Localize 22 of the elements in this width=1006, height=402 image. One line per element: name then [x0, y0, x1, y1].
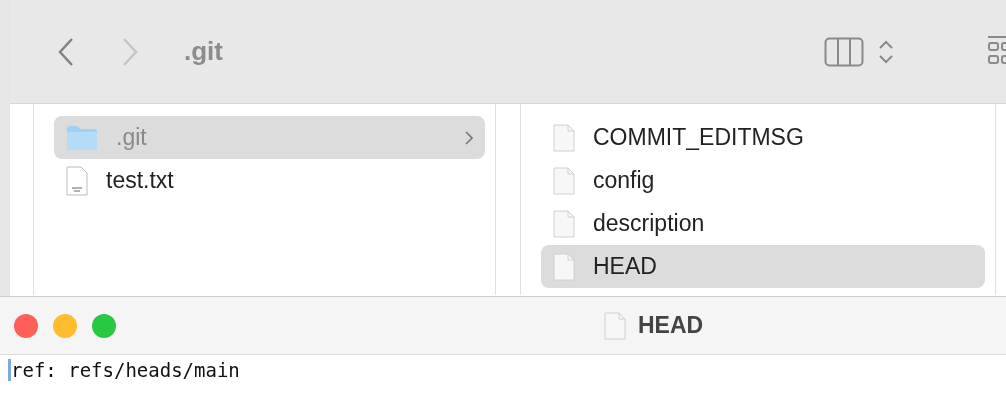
file-row[interactable]: HEAD [541, 245, 985, 288]
file-row[interactable]: COMMIT_EDITMSG [541, 116, 985, 159]
back-icon[interactable] [56, 36, 76, 67]
forward-icon[interactable] [120, 36, 140, 67]
chevron-icon [465, 130, 473, 145]
column-view-icon[interactable] [824, 36, 864, 67]
minimize-button[interactable] [53, 313, 77, 338]
zoom-button[interactable] [92, 313, 116, 338]
document-icon [553, 123, 575, 152]
file-row[interactable]: test.txt [54, 159, 485, 202]
document-icon [553, 252, 575, 281]
file-content[interactable]: ref: refs/heads/main [11, 359, 240, 381]
document-icon [553, 166, 575, 195]
window-title: HEAD [638, 312, 704, 339]
window-title: .git [184, 36, 223, 67]
document-icon [553, 209, 575, 238]
file-row[interactable]: description [541, 202, 985, 245]
file-row[interactable]: config [541, 159, 985, 202]
text-file-icon [66, 165, 88, 196]
document-icon [604, 311, 626, 340]
close-button[interactable] [14, 313, 38, 338]
folder-icon [66, 124, 98, 151]
